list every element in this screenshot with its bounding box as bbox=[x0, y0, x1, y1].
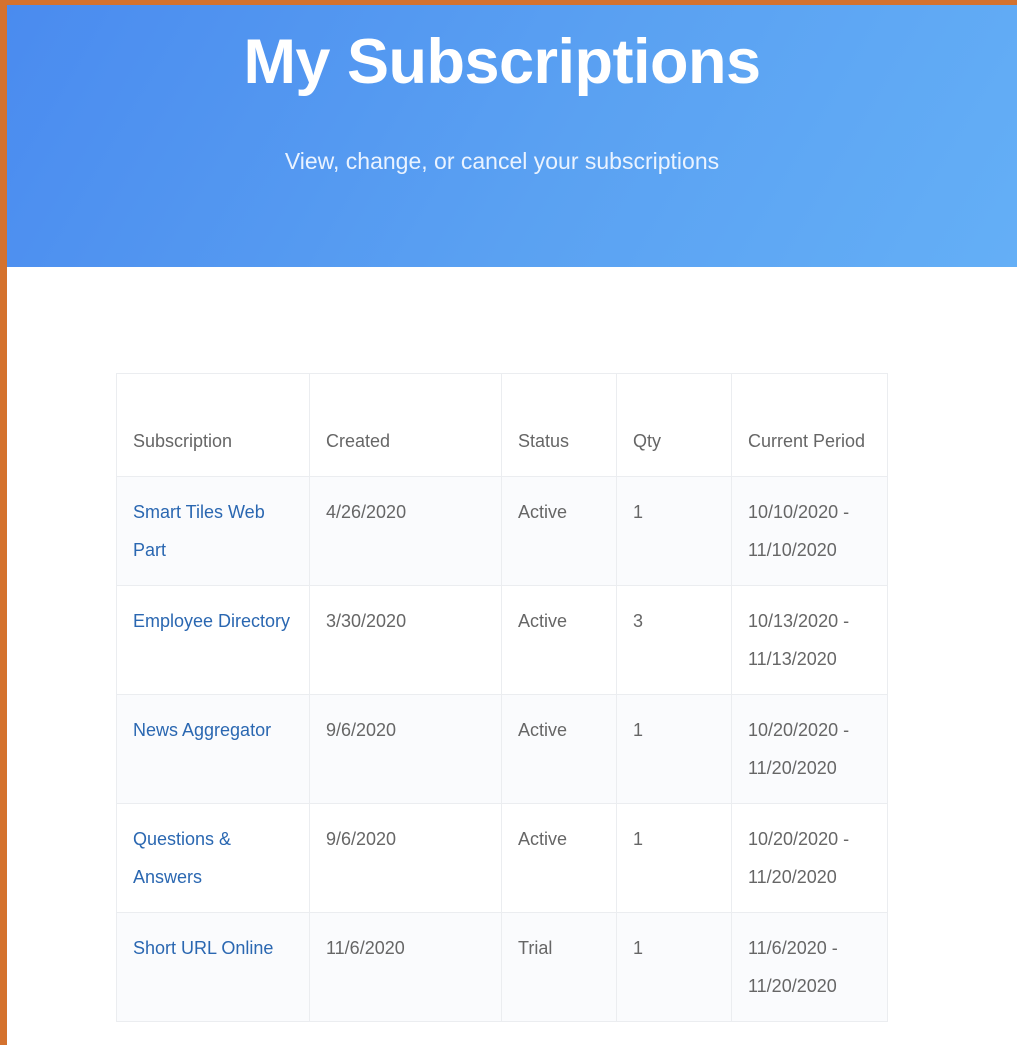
table-header: Subscription Created Status Qty Current … bbox=[116, 373, 888, 477]
status-cell: Active bbox=[501, 476, 617, 586]
created-cell: 9/6/2020 bbox=[309, 803, 502, 913]
hero-banner: My Subscriptions View, change, or cancel… bbox=[7, 5, 1017, 267]
created-cell: 9/6/2020 bbox=[309, 694, 502, 804]
subscription-cell: Questions & Answers bbox=[116, 803, 310, 913]
subscription-cell: News Aggregator bbox=[116, 694, 310, 804]
column-header-subscription: Subscription bbox=[116, 373, 310, 477]
subscription-link[interactable]: Employee Directory bbox=[133, 611, 290, 631]
subscription-link[interactable]: Smart Tiles Web Part bbox=[133, 502, 265, 560]
period-cell: 10/20/2020 - 11/20/2020 bbox=[731, 694, 888, 804]
subscription-cell: Employee Directory bbox=[116, 585, 310, 695]
table-row: Employee Directory 3/30/2020 Active 3 10… bbox=[116, 585, 888, 695]
qty-cell: 1 bbox=[616, 476, 732, 586]
column-header-qty: Qty bbox=[616, 373, 732, 477]
subscription-link[interactable]: News Aggregator bbox=[133, 720, 271, 740]
period-cell: 10/20/2020 - 11/20/2020 bbox=[731, 803, 888, 913]
table-body: Smart Tiles Web Part 4/26/2020 Active 1 … bbox=[116, 476, 888, 1022]
column-header-current-period: Current Period bbox=[731, 373, 888, 477]
qty-cell: 1 bbox=[616, 912, 732, 1022]
period-cell: 10/13/2020 - 11/13/2020 bbox=[731, 585, 888, 695]
period-cell: 10/10/2020 - 11/10/2020 bbox=[731, 476, 888, 586]
table-row: News Aggregator 9/6/2020 Active 1 10/20/… bbox=[116, 694, 888, 804]
subscription-cell: Short URL Online bbox=[116, 912, 310, 1022]
table-row: Short URL Online 11/6/2020 Trial 1 11/6/… bbox=[116, 912, 888, 1022]
status-cell: Active bbox=[501, 803, 617, 913]
qty-cell: 1 bbox=[616, 803, 732, 913]
column-header-status: Status bbox=[501, 373, 617, 477]
column-header-created: Created bbox=[309, 373, 502, 477]
page-frame: My Subscriptions View, change, or cancel… bbox=[0, 0, 1017, 1045]
table-row: Questions & Answers 9/6/2020 Active 1 10… bbox=[116, 803, 888, 913]
qty-cell: 1 bbox=[616, 694, 732, 804]
period-cell: 11/6/2020 - 11/20/2020 bbox=[731, 912, 888, 1022]
page-title: My Subscriptions bbox=[243, 27, 761, 97]
created-cell: 4/26/2020 bbox=[309, 476, 502, 586]
status-cell: Active bbox=[501, 585, 617, 695]
created-cell: 11/6/2020 bbox=[309, 912, 502, 1022]
subscriptions-table: Subscription Created Status Qty Current … bbox=[116, 373, 888, 1022]
qty-cell: 3 bbox=[616, 585, 732, 695]
status-cell: Active bbox=[501, 694, 617, 804]
page-subtitle: View, change, or cancel your subscriptio… bbox=[284, 148, 720, 174]
header-row: Subscription Created Status Qty Current … bbox=[116, 373, 888, 477]
table-row: Smart Tiles Web Part 4/26/2020 Active 1 … bbox=[116, 476, 888, 586]
created-cell: 3/30/2020 bbox=[309, 585, 502, 695]
status-cell: Trial bbox=[501, 912, 617, 1022]
subscription-link[interactable]: Short URL Online bbox=[133, 938, 273, 958]
subscription-cell: Smart Tiles Web Part bbox=[116, 476, 310, 586]
subscription-link[interactable]: Questions & Answers bbox=[133, 829, 231, 887]
